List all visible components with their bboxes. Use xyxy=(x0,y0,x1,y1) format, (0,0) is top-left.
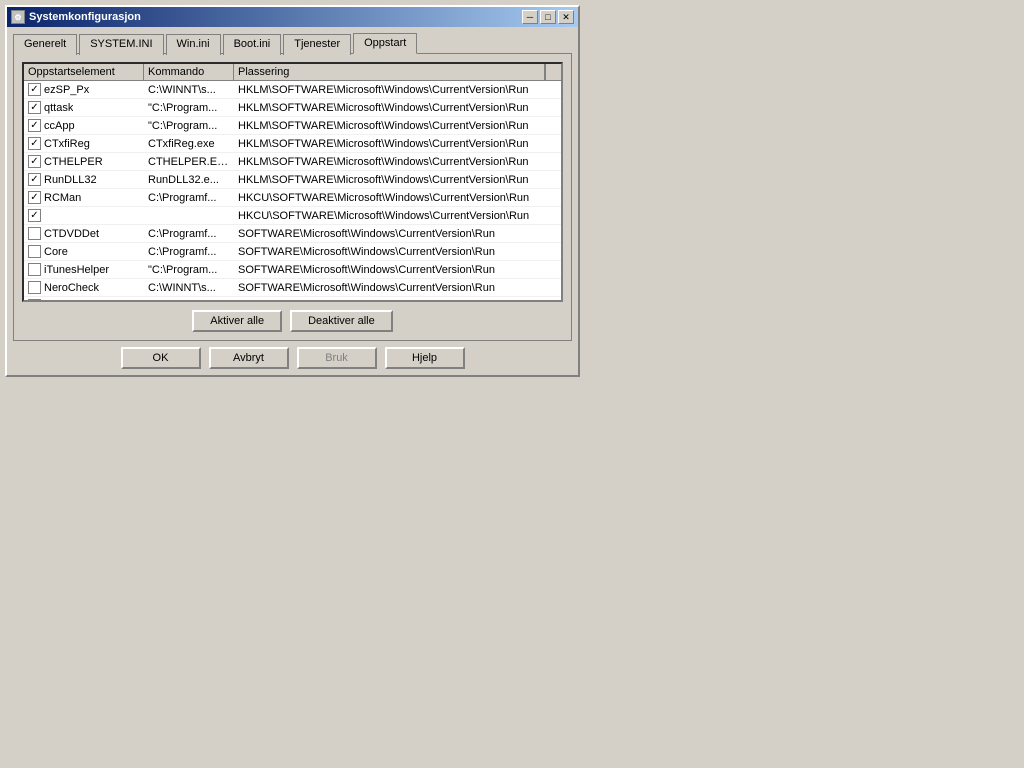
tab-win-ini[interactable]: Win.ini xyxy=(166,34,221,55)
startup-command: C:\Programf... xyxy=(144,227,234,241)
main-window: ⚙ Systemkonfigurasjon ─ □ ✕ Generelt SYS… xyxy=(5,5,580,377)
startup-name: CTxfiReg xyxy=(44,138,90,150)
table-row[interactable]: NeroCheck C:\WINNT\s...SOFTWARE\Microsoft… xyxy=(24,279,561,297)
startup-location: HKLM\SOFTWARE\Microsoft\Windows\CurrentV… xyxy=(234,155,561,169)
window-title: Systemkonfigurasjon xyxy=(29,11,141,23)
startup-command: CTxfiReg.exe xyxy=(144,137,234,151)
startup-location: HKLM\SOFTWARE\Microsoft\Windows\CurrentV… xyxy=(234,119,561,133)
tab-content-oppstart: Oppstartselement Kommando Plassering ezS… xyxy=(13,53,572,341)
startup-command: C:\WINNT\s... xyxy=(144,281,234,295)
startup-location: SOFTWARE\Microsoft\Windows\CurrentVersio… xyxy=(234,245,561,259)
title-bar: ⚙ Systemkonfigurasjon ─ □ ✕ xyxy=(7,7,578,27)
startup-name: RunDLL32 xyxy=(44,174,97,186)
startup-name: iTunesHelper xyxy=(44,264,109,276)
tab-boot-ini[interactable]: Boot.ini xyxy=(223,34,282,55)
cancel-button[interactable]: Avbryt xyxy=(209,347,289,369)
dialog-buttons: OK Avbryt Bruk Hjelp xyxy=(13,347,572,369)
startup-checkbox[interactable] xyxy=(28,209,41,222)
startup-command: CTHELPER.EXE xyxy=(144,155,234,169)
tab-oppstart[interactable]: Oppstart xyxy=(353,33,417,54)
list-header: Oppstartselement Kommando Plassering xyxy=(24,64,561,81)
startup-location: SOFTWARE\Microsoft\Windows\CurrentVersio… xyxy=(234,263,561,277)
table-row[interactable]: CTHELPER CTHELPER.EXEHKLM\SOFTWARE\Micros… xyxy=(24,153,561,171)
table-row[interactable]: RunDLL32 RunDLL32.e...HKLM\SOFTWARE\Micro… xyxy=(24,171,561,189)
startup-checkbox[interactable] xyxy=(28,119,41,132)
startup-command: "C:\Program... xyxy=(144,119,234,133)
startup-name: PDVDServ xyxy=(44,300,97,303)
table-row[interactable]: PDVDServ C:\Programf...SOFTWARE\Microsoft… xyxy=(24,297,561,302)
startup-name: CTDVDDet xyxy=(44,228,99,240)
startup-name: Core xyxy=(44,246,68,258)
startup-checkbox[interactable] xyxy=(28,281,41,294)
startup-name: CTHELPER xyxy=(44,156,103,168)
close-button[interactable]: ✕ xyxy=(558,10,574,24)
startup-command: RunDLL32.e... xyxy=(144,173,234,187)
table-row[interactable]: ezSP_Px C:\WINNT\s...HKLM\SOFTWARE\Micros… xyxy=(24,81,561,99)
startup-command xyxy=(144,215,234,217)
table-row[interactable]: CTDVDDet C:\Programf...SOFTWARE\Microsoft… xyxy=(24,225,561,243)
startup-checkbox[interactable] xyxy=(28,101,41,114)
header-cmd: Kommando xyxy=(144,64,234,80)
startup-list[interactable]: Oppstartselement Kommando Plassering ezS… xyxy=(22,62,563,302)
apply-button[interactable]: Bruk xyxy=(297,347,377,369)
startup-name: ezSP_Px xyxy=(44,84,89,96)
ok-button[interactable]: OK xyxy=(121,347,201,369)
tab-system-ini[interactable]: SYSTEM.INI xyxy=(79,34,163,55)
table-row[interactable]: HKCU\SOFTWARE\Microsoft\Windows\CurrentV… xyxy=(24,207,561,225)
startup-name: NeroCheck xyxy=(44,282,99,294)
startup-location: SOFTWARE\Microsoft\Windows\CurrentVersio… xyxy=(234,299,561,303)
tab-bar: Generelt SYSTEM.INI Win.ini Boot.ini Tje… xyxy=(13,33,572,54)
startup-location: HKCU\SOFTWARE\Microsoft\Windows\CurrentV… xyxy=(234,191,561,205)
startup-command: "C:\Program... xyxy=(144,101,234,115)
help-button[interactable]: Hjelp xyxy=(385,347,465,369)
startup-checkbox[interactable] xyxy=(28,263,41,276)
startup-command: C:\Programf... xyxy=(144,245,234,259)
startup-command: "C:\Program... xyxy=(144,263,234,277)
startup-command: C:\Programf... xyxy=(144,299,234,303)
window-icon: ⚙ xyxy=(11,10,25,24)
startup-checkbox[interactable] xyxy=(28,299,41,302)
minimize-button[interactable]: ─ xyxy=(522,10,538,24)
window-body: Generelt SYSTEM.INI Win.ini Boot.ini Tje… xyxy=(7,27,578,375)
startup-location: SOFTWARE\Microsoft\Windows\CurrentVersio… xyxy=(234,281,561,295)
startup-location: HKLM\SOFTWARE\Microsoft\Windows\CurrentV… xyxy=(234,137,561,151)
list-rows: ezSP_PxC:\WINNT\s...HKLM\SOFTWARE\Micros… xyxy=(24,81,561,302)
startup-checkbox[interactable] xyxy=(28,227,41,240)
table-row[interactable]: Core C:\Programf...SOFTWARE\Microsoft\Win… xyxy=(24,243,561,261)
startup-checkbox[interactable] xyxy=(28,245,41,258)
startup-checkbox[interactable] xyxy=(28,155,41,168)
startup-checkbox[interactable] xyxy=(28,137,41,150)
startup-location: HKLM\SOFTWARE\Microsoft\Windows\CurrentV… xyxy=(234,101,561,115)
startup-command: C:\WINNT\s... xyxy=(144,83,234,97)
action-buttons: Aktiver alle Deaktiver alle xyxy=(22,310,563,332)
startup-name: ccApp xyxy=(44,120,75,132)
startup-location: HKLM\SOFTWARE\Microsoft\Windows\CurrentV… xyxy=(234,83,561,97)
tab-tjenester[interactable]: Tjenester xyxy=(283,34,351,55)
startup-command: C:\Programf... xyxy=(144,191,234,205)
deactivate-all-button[interactable]: Deaktiver alle xyxy=(290,310,393,332)
maximize-button[interactable]: □ xyxy=(540,10,556,24)
startup-location: HKCU\SOFTWARE\Microsoft\Windows\CurrentV… xyxy=(234,209,561,223)
header-name: Oppstartselement xyxy=(24,64,144,80)
startup-checkbox[interactable] xyxy=(28,173,41,186)
table-row[interactable]: CTxfiReg CTxfiReg.exeHKLM\SOFTWARE\Micros… xyxy=(24,135,561,153)
startup-checkbox[interactable] xyxy=(28,191,41,204)
startup-checkbox[interactable] xyxy=(28,83,41,96)
startup-name: RCMan xyxy=(44,192,81,204)
header-place: Plassering xyxy=(234,64,545,80)
activate-all-button[interactable]: Aktiver alle xyxy=(192,310,282,332)
table-row[interactable]: qttask "C:\Program...HKLM\SOFTWARE\Micros… xyxy=(24,99,561,117)
startup-name: qttask xyxy=(44,102,73,114)
table-row[interactable]: iTunesHelper "C:\Program...SOFTWARE\Micro… xyxy=(24,261,561,279)
startup-location: HKLM\SOFTWARE\Microsoft\Windows\CurrentV… xyxy=(234,173,561,187)
table-row[interactable]: RCMan C:\Programf...HKCU\SOFTWARE\Microso… xyxy=(24,189,561,207)
startup-location: SOFTWARE\Microsoft\Windows\CurrentVersio… xyxy=(234,227,561,241)
table-row[interactable]: ccApp "C:\Program...HKLM\SOFTWARE\Microso… xyxy=(24,117,561,135)
tab-generelt[interactable]: Generelt xyxy=(13,34,77,55)
